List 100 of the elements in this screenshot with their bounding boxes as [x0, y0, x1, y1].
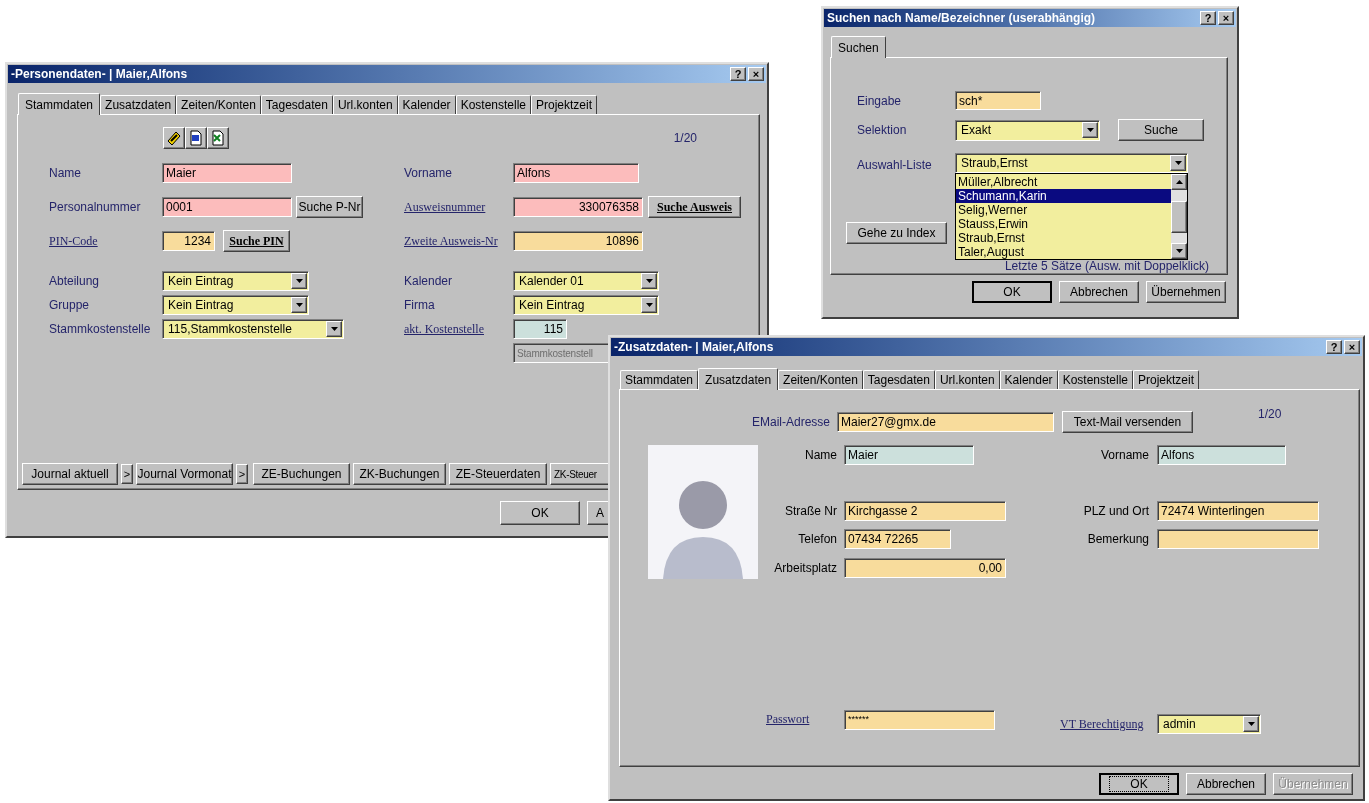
list-item[interactable]: Selig,Werner [956, 203, 1171, 217]
scrollbar[interactable] [1171, 174, 1187, 259]
list-item[interactable]: Stauss,Erwin [956, 217, 1171, 231]
link[interactable]: Passwort [620, 710, 844, 728]
button[interactable]: Suche P-Nr [296, 196, 363, 218]
link[interactable]: akt. Kostenstelle [404, 320, 513, 338]
toolbar-button[interactable] [207, 127, 229, 149]
close-button[interactable]: × [1344, 340, 1360, 354]
field-label: Vorname [1099, 447, 1150, 464]
card-icon [166, 130, 182, 146]
link[interactable]: Zweite Ausweis-Nr [404, 232, 513, 250]
field-label: EMail-Adresse [750, 414, 831, 431]
button[interactable]: Suche [1118, 119, 1204, 141]
text-field[interactable]: Kirchgasse 2 [844, 501, 1006, 521]
button[interactable]: ZE-Steuerdaten [449, 463, 547, 485]
button[interactable]: OK [972, 281, 1052, 303]
text-field[interactable]: 72474 Winterlingen [1157, 501, 1319, 521]
tab[interactable]: Url.konten [934, 370, 1000, 389]
toolbar-button[interactable] [185, 127, 207, 149]
help-button[interactable]: ? [1200, 11, 1216, 25]
text-field[interactable]: 330076358 [513, 197, 643, 217]
toolbar-button[interactable] [163, 127, 185, 149]
tab[interactable]: Zusatzdaten [100, 95, 177, 114]
button[interactable]: Journal aktuell [22, 463, 118, 485]
text-field[interactable]: sch* [955, 91, 1041, 110]
tab[interactable]: Url.konten [332, 95, 398, 114]
text-field[interactable]: Maier27@gmx.de [837, 412, 1054, 432]
close-button[interactable]: × [1218, 11, 1234, 25]
tab[interactable]: Tagesdaten [862, 370, 935, 389]
close-button[interactable]: × [748, 67, 764, 81]
arrow-button[interactable]: > [236, 464, 248, 484]
text-field[interactable]: 10896 [513, 231, 643, 251]
field-label: Eingabe [856, 92, 903, 110]
dropdown[interactable]: Kein Eintrag [162, 295, 309, 315]
dropdown[interactable]: Kalender 01 [513, 271, 659, 291]
tab[interactable]: Projektzeit [1133, 370, 1200, 389]
text-field[interactable] [1157, 529, 1319, 549]
field-label: Arbeitsplatz [773, 560, 838, 577]
hint-text: Letzte 5 Sätze (Ausw. mit Doppelklick) [1004, 260, 1209, 273]
dropdown[interactable]: 115,Stammkostenstelle [162, 319, 344, 339]
tab[interactable]: Zeiten/Konten [778, 370, 863, 389]
help-button[interactable]: ? [1326, 340, 1342, 354]
text-field[interactable]: Alfons [513, 163, 639, 183]
tab[interactable]: Tagesdaten [260, 95, 333, 114]
text-field[interactable]: 07434 72265 [844, 529, 951, 549]
window-title: -Personendaten- | Maier,Alfons [11, 66, 189, 83]
tab[interactable]: Zusatzdaten [698, 368, 779, 390]
field-label: Straße Nr [784, 503, 838, 520]
tab[interactable]: Zeiten/Konten [176, 95, 261, 114]
button[interactable]: Abbrechen [1059, 281, 1139, 303]
text-field[interactable]: 0001 [162, 197, 292, 217]
text-field[interactable]: ****** [844, 710, 995, 730]
button[interactable]: Text-Mail versenden [1062, 411, 1193, 433]
caret-icon [1175, 249, 1183, 253]
button[interactable]: ZK-Buchungen [353, 463, 446, 485]
tab[interactable]: Stammdaten [18, 93, 101, 115]
button[interactable]: Suche PIN [223, 230, 290, 252]
tab[interactable]: Kalender [999, 370, 1058, 389]
button[interactable]: Abbrechen [1186, 773, 1266, 795]
field-label: Auswahl-Liste [856, 157, 933, 174]
list-item[interactable]: Straub,Ernst [956, 231, 1171, 245]
text-field[interactable]: Maier [844, 445, 974, 465]
field-label: Firma [404, 297, 436, 314]
dropdown[interactable]: Kein Eintrag [513, 295, 659, 315]
list-item[interactable]: Taler,August [956, 245, 1171, 259]
link[interactable]: VT Berechtigung [1060, 715, 1157, 733]
button[interactable]: OK [500, 501, 580, 525]
link[interactable]: Ausweisnummer [404, 198, 513, 216]
list-item[interactable]: Schumann,Karin [956, 189, 1171, 203]
window-title: Suchen nach Name/Bezeichner (userabhängig) [827, 10, 1097, 27]
text-field[interactable]: 115 [513, 319, 567, 339]
tab[interactable]: Kostenstelle [1057, 370, 1133, 389]
tab[interactable]: Projektzeit [531, 95, 598, 114]
button[interactable]: ZE-Buchungen [253, 463, 350, 485]
tab[interactable]: Kalender [397, 95, 456, 114]
text-field[interactable]: 1234 [162, 231, 215, 251]
button[interactable]: Journal Vormonat [136, 463, 233, 485]
tab[interactable]: Stammdaten [620, 370, 699, 389]
dropdown[interactable]: Kein Eintrag [162, 271, 309, 291]
tab[interactable]: Kostenstelle [455, 95, 531, 114]
list-item[interactable]: Müller,Albrecht [956, 175, 1171, 189]
button[interactable]: Gehe zu Index [846, 222, 947, 244]
caret-icon [295, 279, 303, 283]
text-field[interactable]: Maier [162, 163, 292, 183]
record-counter: 1/20 [673, 130, 697, 147]
link[interactable]: PIN-Code [49, 232, 162, 250]
text-field[interactable]: 0,00 [844, 558, 1006, 578]
text-field[interactable]: Alfons [1157, 445, 1286, 465]
field-label: Abteilung [49, 273, 101, 290]
tab[interactable]: Suchen [831, 36, 886, 58]
button[interactable]: Übernehmen [1146, 281, 1226, 303]
button[interactable]: OK [1099, 773, 1179, 795]
field-label: Vorname [404, 165, 454, 182]
caret-icon [1174, 161, 1182, 165]
button[interactable]: Suche Ausweis [648, 196, 741, 218]
dropdown[interactable]: Exakt [955, 119, 1100, 141]
dropdown[interactable]: Straub,Ernst [955, 153, 1188, 173]
help-button[interactable]: ? [730, 67, 746, 81]
dropdown[interactable]: admin [1157, 714, 1261, 734]
arrow-button[interactable]: > [121, 464, 133, 484]
